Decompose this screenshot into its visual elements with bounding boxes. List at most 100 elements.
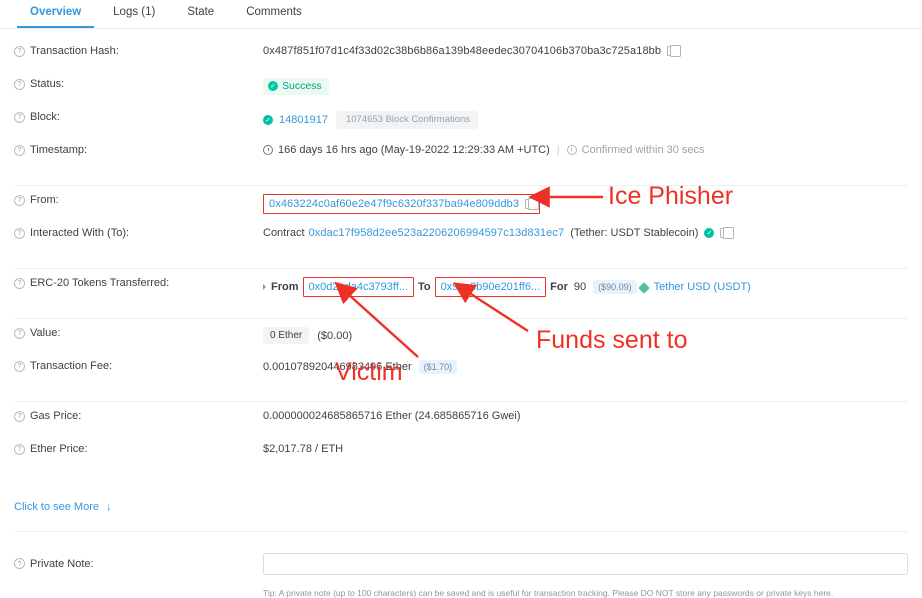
status-label: ? Status: [14,76,263,90]
label-text: Timestamp: [30,144,88,156]
row-ether-price: ? Ether Price: $2,017.78 / ETH [0,441,922,474]
row-gas-price: ? Gas Price: 0.000000024685865716 Ether … [0,408,922,441]
value-usd: ($0.00) [317,329,353,342]
contract-address-link[interactable]: 0xdac17f958d2ee523a2206206994597c13d831e… [309,227,565,239]
help-icon[interactable]: ? [14,327,25,339]
check-circle-icon: ✓ [268,81,278,91]
copy-icon[interactable] [667,44,682,57]
gas-price-label: ? Gas Price: [14,408,263,422]
tab-bar: Overview Logs (1) State Comments [0,0,922,29]
value-label: ? Value: [14,325,263,339]
from-address-highlight-box: 0x463224c0af60e2e47f9c6320f337ba94e809dd… [263,194,541,214]
block-number-link[interactable]: 14801917 [279,114,328,126]
transaction-fee-amount: 0.001078920446983496 Ether [263,361,412,373]
block-label: ? Block: [14,109,263,123]
erc20-from-address-link[interactable]: 0x0d2eda4c3793ff... [309,281,409,293]
help-icon[interactable]: ? [14,144,25,156]
check-circle-icon: ✓ [263,115,273,125]
click-to-see-more-button[interactable]: Click to see More ↓ [0,501,922,513]
verified-check-icon: ✓ [704,228,715,238]
tab-comments[interactable]: Comments [230,0,318,27]
private-note-input[interactable] [263,552,908,575]
transaction-hash-label: ? Transaction Hash: [14,43,263,57]
row-value: ? Value: 0 Ether ($0.00) [0,325,922,358]
copy-icon[interactable] [720,226,735,239]
label-text: Transaction Hash: [30,45,119,57]
help-icon[interactable]: ? [14,194,25,206]
erc20-to-address-link[interactable]: 0x9ca3b90e201ff6... [441,281,541,293]
transaction-fee-value: 0.001078920446983496 Ether ($1.70) [263,358,908,374]
transaction-fee-label: ? Transaction Fee: [14,358,263,372]
erc20-for-word: For [550,281,568,293]
contract-tag: (Tether: USDT Stablecoin) [570,227,699,239]
row-status: ? Status: ✓ Success [0,76,922,109]
status-badge: ✓ Success [263,78,329,95]
status-value: ✓ Success [263,76,908,95]
row-block: ? Block: ✓ 14801917 1074653 Block Confir… [0,109,922,142]
help-icon[interactable]: ? [14,78,25,90]
tab-logs[interactable]: Logs (1) [97,0,171,27]
label-text: Private Note: [30,557,94,570]
erc20-from-highlight-box: 0x0d2eda4c3793ff... [302,277,414,297]
help-icon[interactable]: ? [14,360,25,372]
erc20-to-highlight-box: 0x9ca3b90e201ff6... [434,277,547,297]
tab-state[interactable]: State [171,0,230,27]
separator: | [556,144,560,156]
divider [14,318,908,319]
from-address-link[interactable]: 0x463224c0af60e2e47f9c6320f337ba94e809dd… [269,198,519,210]
transaction-hash-text: 0x487f851f07d1c4f33d02c38b6b86a139b48eed… [263,45,662,57]
erc20-from-word: From [271,281,299,293]
value-amount-group: 0 Ether ($0.00) [263,325,908,344]
label-text: From: [30,194,59,206]
row-transaction-hash: ? Transaction Hash: 0x487f851f07d1c4f33d… [0,43,922,76]
help-icon[interactable]: ? [14,443,25,455]
private-note-value [263,551,908,575]
token-icon [637,282,650,294]
private-note-tip: Tip: A private note (up to 100 character… [263,588,834,598]
timestamp-label: ? Timestamp: [14,142,263,156]
contract-word: Contract [263,227,305,239]
label-text: Interacted With (To): [30,227,130,239]
erc20-to-word: To [418,281,431,293]
transaction-hash-value: 0x487f851f07d1c4f33d02c38b6b86a139b48eed… [263,43,908,57]
label-text: Ether Price: [30,443,88,455]
arrow-down-icon: ↓ [105,500,112,513]
interacted-with-value: Contract 0xdac17f958d2ee523a220620699459… [263,225,908,239]
row-erc20-transfers: ? ERC-20 Tokens Transferred: From 0x0d2e… [0,275,922,308]
row-private-note: ? Private Note: [0,546,922,579]
block-confirmations-badge: 1074653 Block Confirmations [335,111,479,129]
from-value: 0x463224c0af60e2e47f9c6320f337ba94e809dd… [263,192,908,214]
row-interacted-with: ? Interacted With (To): Contract 0xdac17… [0,225,922,258]
overview-panel: ? Transaction Hash: 0x487f851f07d1c4f33d… [0,43,922,598]
label-text: Gas Price: [30,410,82,422]
label-text: Status: [30,78,65,90]
help-icon[interactable]: ? [14,227,25,239]
status-text: Success [282,80,322,92]
erc20-usd-badge: ($90.09) [593,280,637,294]
help-icon[interactable]: ? [14,111,25,123]
row-from: ? From: 0x463224c0af60e2e47f9c6320f337ba… [0,192,922,225]
erc20-label: ? ERC-20 Tokens Transferred: [14,275,263,289]
divider [14,531,908,532]
label-text: ERC-20 Tokens Transferred: [30,277,170,289]
row-transaction-fee: ? Transaction Fee: 0.001078920446983496 … [0,358,922,391]
clock-icon-small [566,145,577,155]
click-to-see-more-label: Click to see More [14,501,99,513]
erc20-token-link[interactable]: Tether USD (USDT) [654,281,751,293]
value-ether-chip: 0 Ether [263,327,310,344]
private-note-label: ? Private Note: [14,556,263,570]
tab-overview[interactable]: Overview [14,0,97,28]
help-icon[interactable]: ? [14,558,25,569]
confirmed-within-text: Confirmed within 30 secs [581,144,705,156]
copy-icon[interactable] [525,197,540,210]
help-icon[interactable]: ? [14,45,25,57]
help-icon[interactable]: ? [14,410,25,422]
divider [14,185,908,186]
interacted-with-label: ? Interacted With (To): [14,225,263,239]
help-icon[interactable]: ? [14,277,25,289]
ether-price-value: $2,017.78 / ETH [263,443,344,455]
transaction-fee-usd-badge: ($1.70) [418,360,458,374]
timestamp-text: 166 days 16 hrs ago (May-19-2022 12:29:3… [278,144,550,156]
expand-caret-icon[interactable] [263,284,266,290]
divider [14,268,908,269]
